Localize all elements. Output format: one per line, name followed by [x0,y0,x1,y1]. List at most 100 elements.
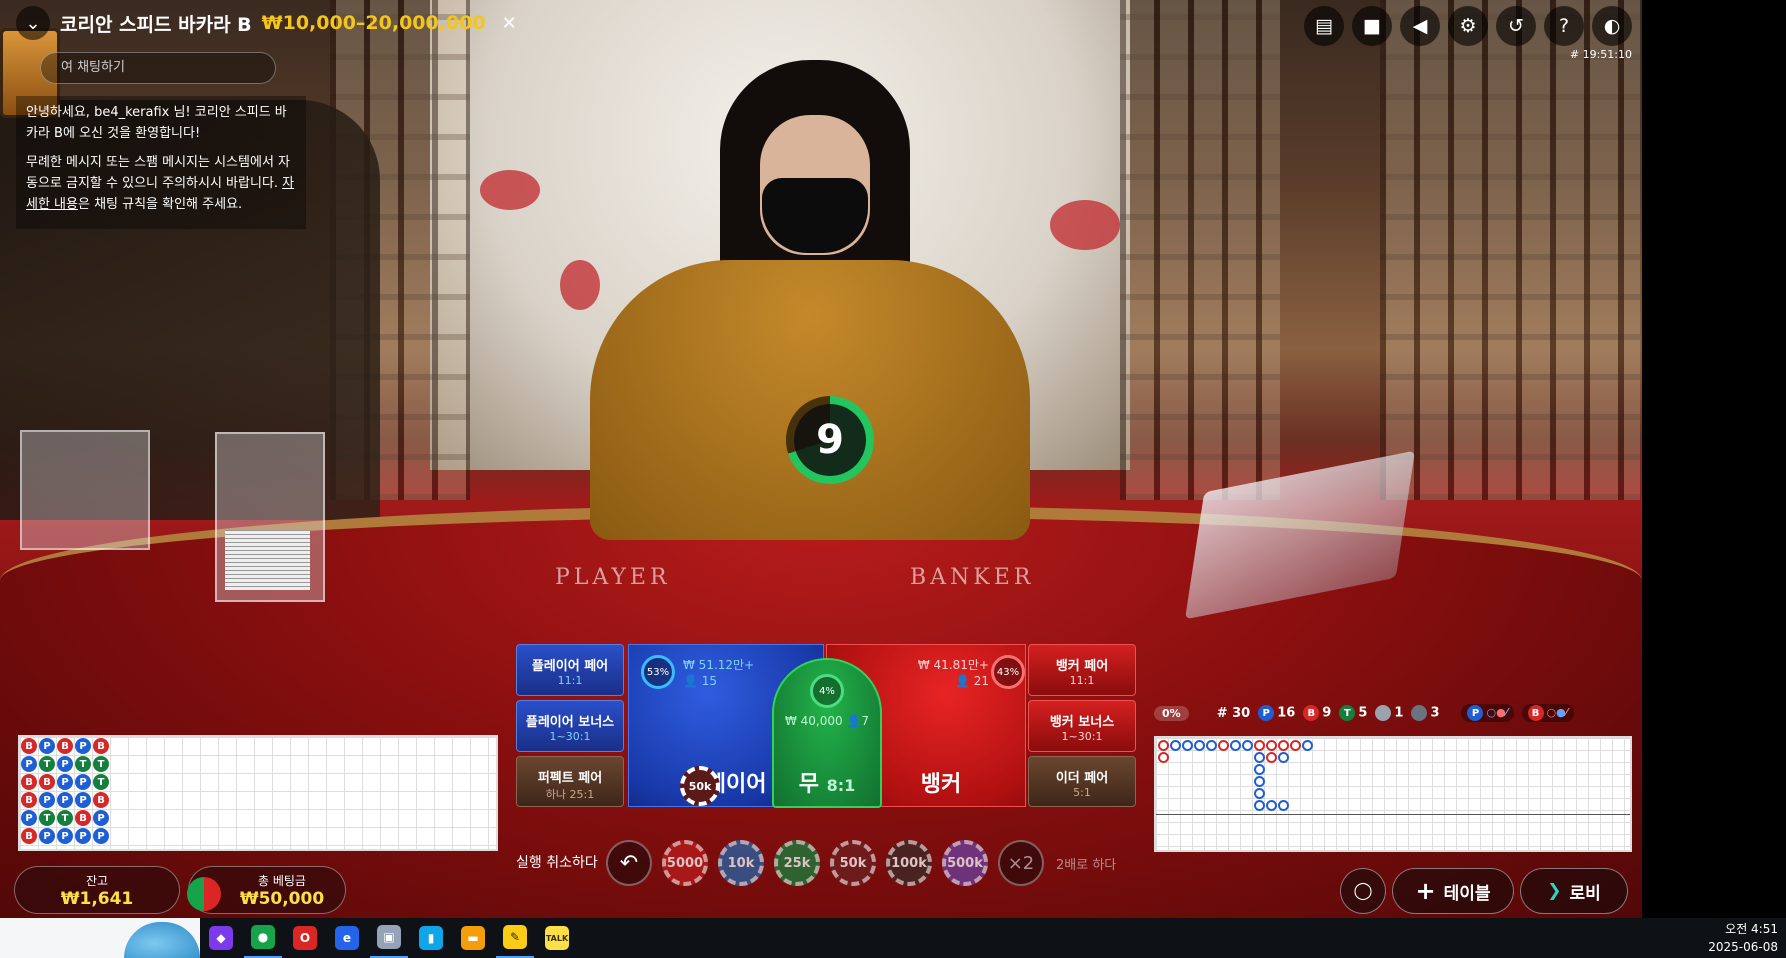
player-dot: P [1258,705,1275,721]
gear-icon[interactable]: ⚙ [1448,6,1488,46]
bead: B [21,738,37,754]
chat-input[interactable]: 여 채팅하기 [40,52,276,84]
player-wins: P 16 [1258,705,1295,721]
total-bet-value: ₩50,000 [239,889,325,909]
header-bar: ⌄ 코리안 스피드 바카라 B ₩10,000–20,000,000 ✕ [16,6,517,40]
bead: B [39,774,55,790]
chat-warning: 무례한 메시지 또는 스팸 메시지는 시스템에서 자동으로 금지할 수 있으니 … [26,155,295,212]
chevron-down-icon[interactable]: ⌄ [16,6,50,40]
undo-icon[interactable]: ↶ [606,840,652,886]
road-mark [1206,740,1217,751]
remote-icon[interactable]: ▣ [370,918,408,958]
banker-predict[interactable]: B ○●⁄ [1521,704,1574,722]
discard-tray [20,430,150,550]
bead: T [57,810,73,826]
user-icon: 👤 [846,714,862,728]
chip-500k[interactable]: 500k [942,840,988,886]
felt-player-text: PLAYER [555,565,671,590]
copilot-icon[interactable]: ◆ [202,918,240,958]
bead: P [75,774,91,790]
player-predict[interactable]: P ○●⁄ [1461,704,1514,722]
close-icon[interactable]: ✕ [502,13,517,34]
help-icon[interactable]: ? [1544,6,1584,46]
connection-icon[interactable]: ◐ [1592,6,1632,46]
road-mark [1266,740,1277,751]
folder-icon[interactable]: ▬ [454,918,492,958]
road-mark [1230,740,1241,751]
bead: P [93,828,109,844]
add-table-button[interactable]: + 테이블 [1392,868,1514,914]
opera-icon[interactable]: O [286,918,324,958]
bead: P [21,756,37,772]
bead: P [57,774,73,790]
bead: P [75,828,91,844]
banker-percent: 43% [991,655,1025,689]
history-icon[interactable]: ↺ [1496,6,1536,46]
system-clock[interactable]: 오전 4:51 2025-06-08 [1708,920,1778,956]
bead: P [75,738,91,754]
bead: T [75,756,91,772]
banker-bonus-bet[interactable]: 뱅커 보너스 1~30:1 [1028,700,1136,752]
bead: T [93,756,109,772]
table-limits: ₩10,000–20,000,000 [261,12,486,34]
chip-50k[interactable]: 50k [830,840,876,886]
road-mark [1194,740,1205,751]
double-label: 2배로 하다 [1056,858,1117,873]
bead: B [93,738,109,754]
bead: P [57,792,73,808]
tie-stats: ₩ 40,000 👤7 [784,714,870,728]
ie-icon[interactable]: e [328,918,366,958]
chrome-icon[interactable]: ● [244,918,282,958]
lattice-screen-far-right [1380,0,1640,500]
road-mark [1266,800,1277,811]
notes-icon[interactable]: ✎ [496,918,534,958]
double-icon[interactable]: ×2 [998,840,1044,886]
player-pair-bet[interactable]: 플레이어 페어 11:1 [516,644,624,696]
road-stats: 0% # 30 P 16 B9 T5 1 3 P ○●⁄ B ○●⁄ [1154,704,1634,722]
banker-pair-bet[interactable]: 뱅커 페어 11:1 [1028,644,1136,696]
chip-10k[interactable]: 10k [718,840,764,886]
player-pair-wins: 1 [1375,705,1403,721]
chip-100k[interactable]: 100k [886,840,932,886]
tie-bet[interactable]: 4% ₩ 40,000 👤7 무 8:1 [772,658,882,808]
player-bonus-bet[interactable]: 플레이어 보너스 1~30:1 [516,700,624,752]
tie-wins: T5 [1339,705,1367,721]
lobby-button[interactable]: ❯ 로비 [1520,868,1628,914]
lobby-icon: ❯ [1547,881,1562,901]
road-divider [1156,814,1630,815]
chat-icon[interactable]: ▤ [1304,6,1344,46]
bead: P [93,810,109,826]
bead: P [39,792,55,808]
video-icon[interactable]: ■ [1352,6,1392,46]
road-mark [1254,800,1265,811]
road-mark [1290,740,1301,751]
bead: P [21,810,37,826]
perfect-pair-bet[interactable]: 퍼펙트 페어 하나 25:1 [516,756,624,807]
tie-label: 무 8:1 [798,772,856,797]
either-pair-bet[interactable]: 이더 페어 5:1 [1028,756,1136,807]
chat-bubble-button[interactable]: ◯ [1340,868,1386,914]
bead: P [75,792,91,808]
pair-dot [1375,705,1392,721]
round-id: # 19:51:10 [1569,48,1632,61]
bead: B [21,792,37,808]
big-road [1154,736,1632,852]
chip-5000[interactable]: 5000 [662,840,708,886]
volume-icon[interactable]: ◀ [1400,6,1440,46]
book-icon[interactable]: ▮ [412,918,450,958]
bead: B [57,738,73,754]
bead: P [57,756,73,772]
taskbar-start-area[interactable] [0,918,200,958]
total-bet-box: 총 베팅금 ₩50,000 [187,866,346,914]
taskbar-apps: ◆ ● Oe ▣ ▮ ▬ ✎ TALK [200,918,578,958]
bead: T [39,810,55,826]
bead: T [93,774,109,790]
plus-icon: + [1415,877,1436,905]
bead: P [39,828,55,844]
road-mark [1242,740,1253,751]
taskbar: ◆ ● Oe ▣ ▮ ▬ ✎ TALK 오전 4:51 2025-06-08 [0,918,1786,958]
kakaotalk-icon[interactable]: TALK [538,918,576,958]
road-mark [1170,740,1181,751]
road-mark [1254,752,1265,763]
chip-25k[interactable]: 25k [774,840,820,886]
